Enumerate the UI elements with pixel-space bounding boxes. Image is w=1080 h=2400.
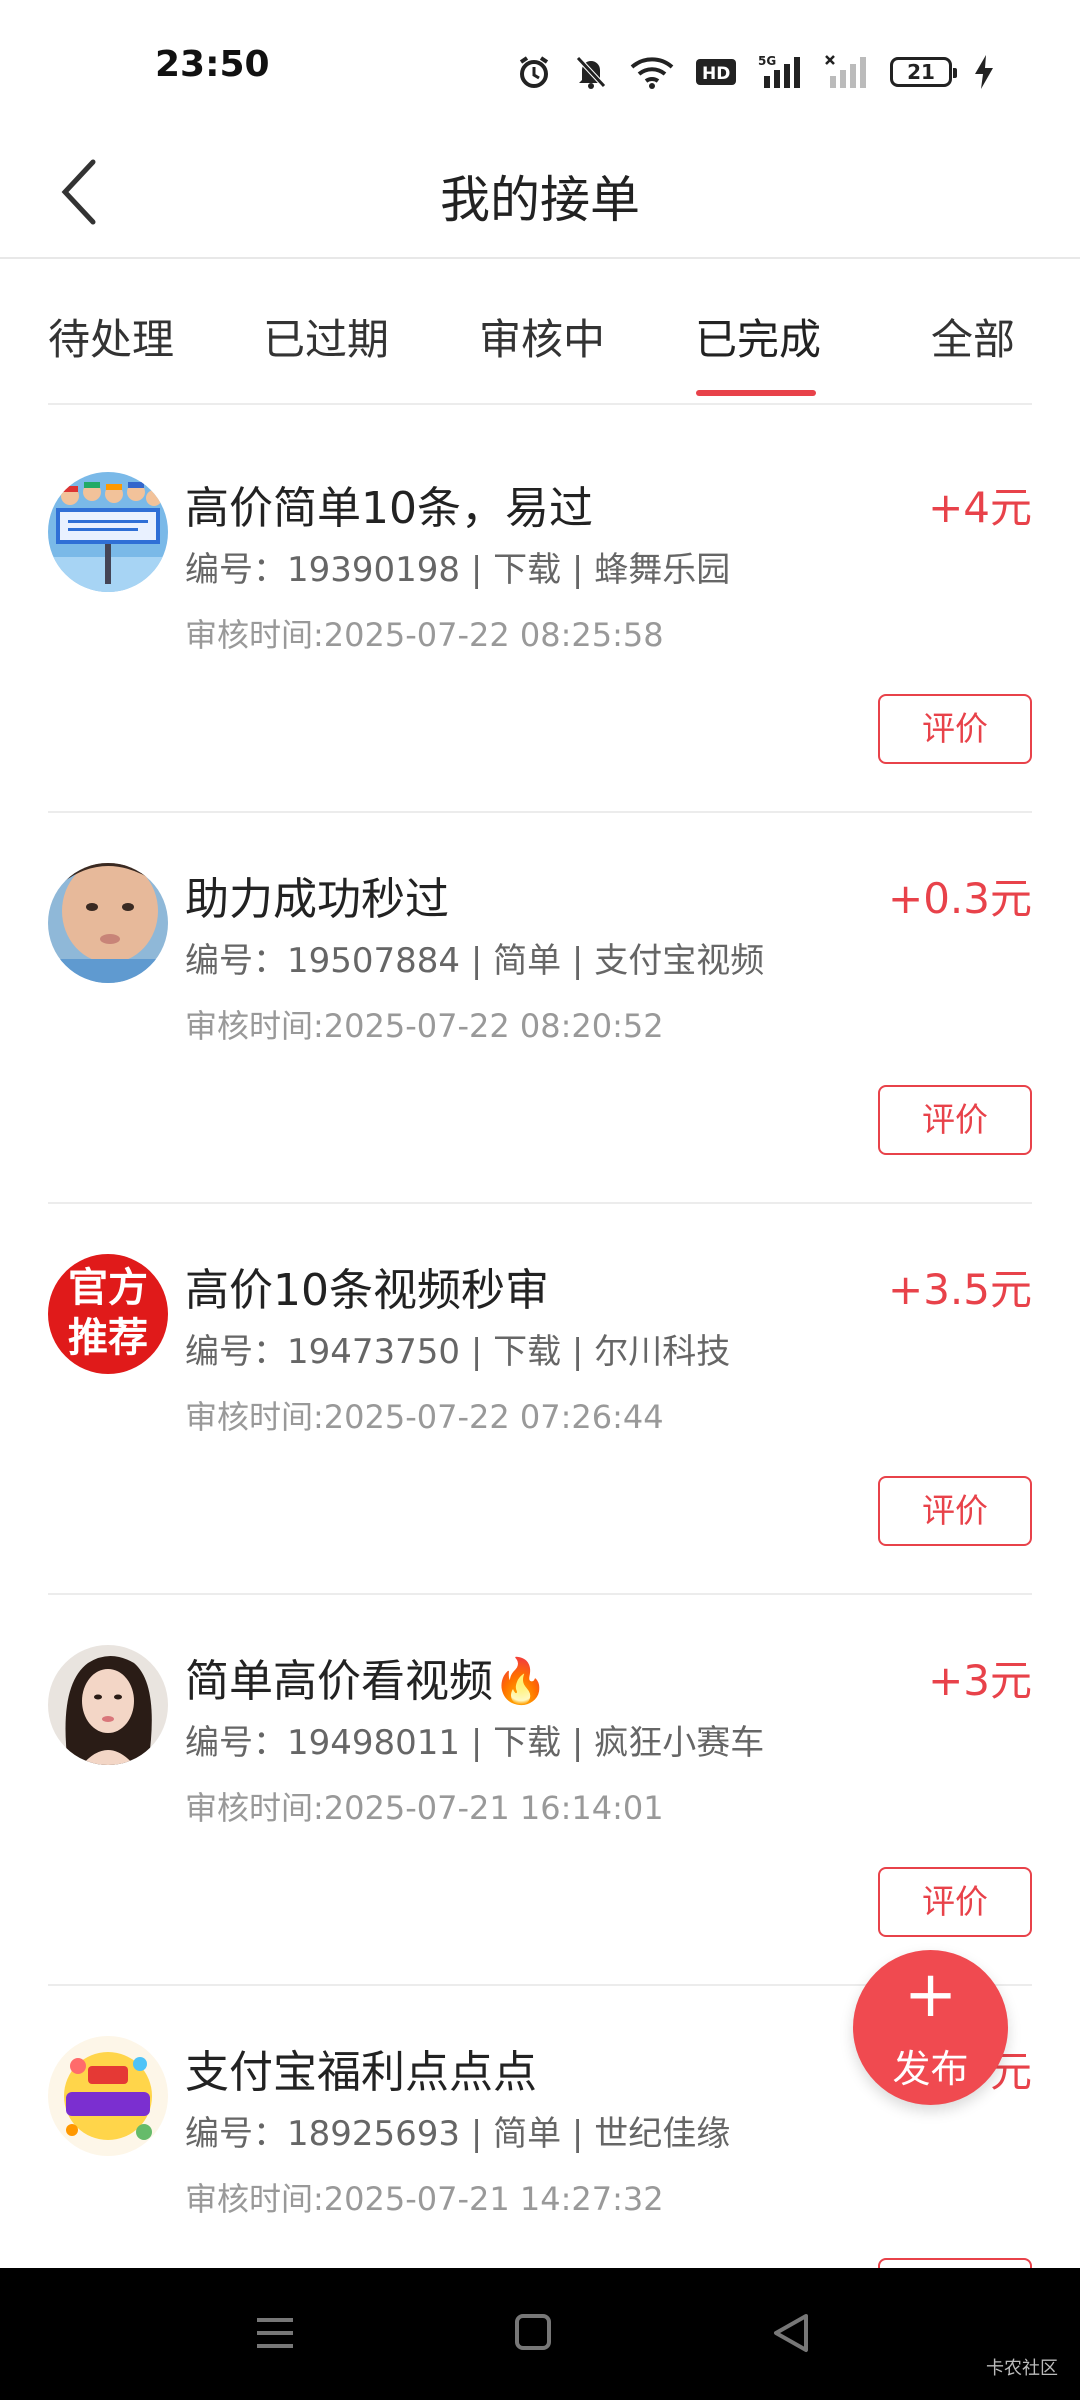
task-meta: 编号：19507884 | 简单 | 支付宝视频 [185,941,765,981]
review-time: 审核时间:2025-07-21 16:14:01 [185,1789,664,1827]
plus-icon: + [903,1958,958,2032]
woman-photo-avatar [48,1645,168,1765]
home-nav-button[interactable] [503,2308,563,2358]
battery-icon: 21 [890,57,957,87]
menu-nav-button[interactable] [245,2308,305,2358]
watermark: 卡农社区 [986,2358,1058,2379]
order-card[interactable]: 助力成功秒过 +0.3元 编号：19507884 | 简单 | 支付宝视频 审核… [0,813,1080,1204]
task-title: 高价简单10条，易过 [185,483,593,534]
tab-completed[interactable]: 已完成 [695,306,821,367]
tab-all[interactable]: 全部 [931,306,1015,367]
task-title: 高价10条视频秒审 [185,1265,549,1316]
task-meta: 编号：19390198 | 下载 | 蜂舞乐园 [185,550,731,590]
task-meta: 编号：19498011 | 下载 | 疯狂小赛车 [185,1723,765,1763]
avatar-text-line1: 官方 [68,1265,148,1311]
review-time: 审核时间:2025-07-22 08:20:52 [185,1007,664,1045]
child-photo-avatar [48,863,168,983]
tab-pending[interactable]: 待处理 [48,306,174,367]
task-meta: 编号：18925693 | 简单 | 世纪佳缘 [185,2114,731,2154]
app-header: 我的接单 [0,130,1080,259]
triangle-back-icon [774,2314,808,2352]
reward-amount: +3元 [928,1656,1032,1705]
hd-icon: HD [696,59,736,85]
system-nav-bar: 卡农社区 [0,2268,1080,2400]
order-card[interactable]: 官方 推荐 高价10条视频秒审 +3.5元 编号：19473750 | 下载 |… [0,1204,1080,1595]
order-card[interactable]: 简单高价看视频🔥 +3元 编号：19498011 | 下载 | 疯狂小赛车 审核… [0,1595,1080,1986]
svg-text:HD: HD [702,64,730,84]
rate-button[interactable]: 评价 [878,1867,1032,1937]
rate-button[interactable]: 评价 [878,694,1032,764]
official-recommend-avatar: 官方 推荐 [48,1254,168,1374]
reward-amount: +3.5元 [888,1265,1032,1314]
reward-amount: +4元 [928,483,1032,532]
back-nav-button[interactable] [762,2308,822,2358]
tabs-divider [48,403,1032,405]
tab-reviewing[interactable]: 审核中 [479,306,605,367]
wifi-icon [630,57,674,89]
rate-button[interactable]: 评价 [878,1476,1032,1546]
order-card[interactable]: 高价简单10条，易过 +4元 编号：19390198 | 下载 | 蜂舞乐园 审… [0,422,1080,813]
status-tabs: 待处理 已过期 审核中 已完成 全部 [0,258,1080,403]
billboard-avatar [48,472,168,592]
signal-weak-icon [825,55,866,88]
task-title: 简单高价看视频🔥 [185,1656,548,1707]
tab-expired[interactable]: 已过期 [263,306,389,367]
task-title: 支付宝福利点点点 [185,2047,537,2098]
svg-text:5G: 5G [758,54,776,68]
avatar-text-line2: 推荐 [68,1315,148,1361]
status-icons: HD 5G 21 [516,50,994,94]
earn-money-avatar [48,2036,168,2156]
status-bar: 23:50 HD 5G 21 [0,0,1080,130]
review-time: 审核时间:2025-07-21 14:27:32 [185,2180,664,2218]
signal-5g-icon: 5G [758,54,800,88]
status-time: 23:50 [155,44,270,85]
mute-bell-icon [576,56,606,89]
reward-amount: +0.3元 [888,874,1032,923]
review-time: 审核时间:2025-07-22 08:25:58 [185,616,664,654]
alarm-icon [519,56,549,88]
publish-label: 发布 [892,2047,969,2091]
rate-button[interactable]: 评价 [878,1085,1032,1155]
task-title: 助力成功秒过 [185,874,449,925]
charging-icon [975,55,993,89]
page-title: 我的接单 [440,171,640,229]
task-meta: 编号：19473750 | 下载 | 尔川科技 [185,1332,731,1372]
square-home-icon [515,2314,551,2350]
active-tab-indicator [696,390,816,396]
publish-fab[interactable]: + 发布 [853,1950,1008,2105]
menu-icon [257,2318,293,2348]
review-time: 审核时间:2025-07-22 07:26:44 [185,1398,664,1436]
